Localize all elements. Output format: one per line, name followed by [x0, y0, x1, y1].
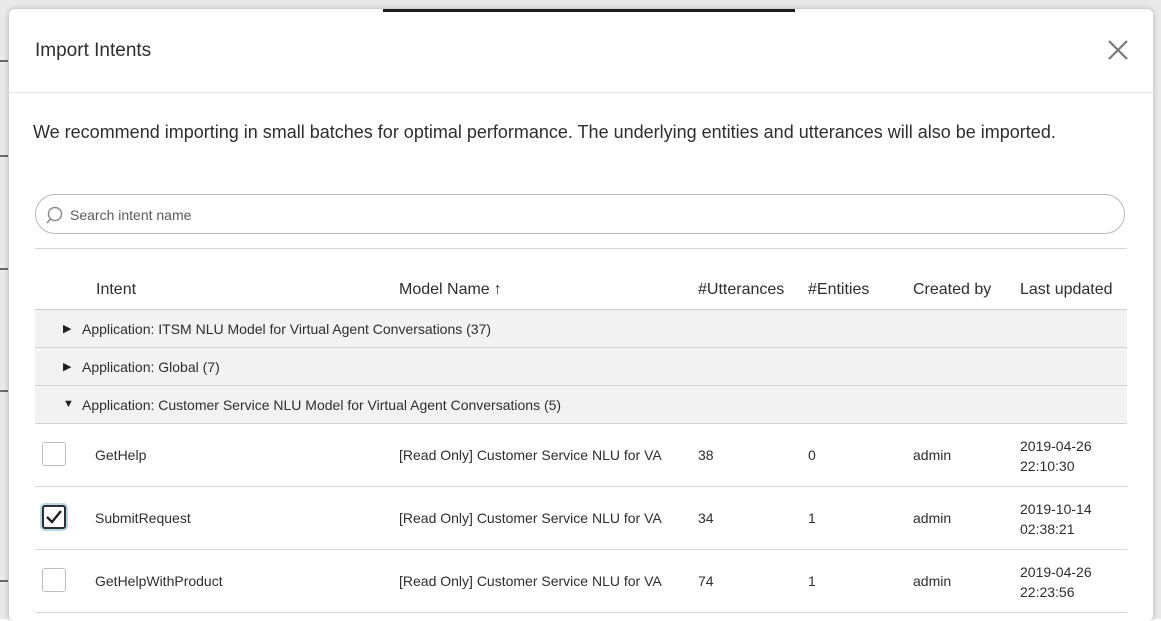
last-updated: 2019-04-26 22:10:30: [1020, 436, 1110, 476]
model-name: [Read Only] Customer Service NLU for VA: [399, 447, 662, 463]
intent-name: GetHelp: [95, 447, 147, 463]
table-row: GetHelp [Read Only] Customer Service NLU…: [35, 424, 1127, 487]
group-row-itsm[interactable]: ▶ Application: ITSM NLU Model for Virtua…: [35, 310, 1127, 348]
intent-name: SubmitRequest: [95, 510, 191, 526]
last-updated-date: 2019-10-14: [1020, 501, 1092, 517]
intent-name: GetHelpWithProduct: [95, 573, 223, 589]
model-name: [Read Only] Customer Service NLU for VA: [399, 510, 662, 526]
entity-count: 0: [808, 447, 816, 463]
model-name: [Read Only] Customer Service NLU for VA: [399, 573, 662, 589]
row-checkbox[interactable]: [42, 568, 66, 592]
table-row: SubmitRequest [Read Only] Customer Servi…: [35, 487, 1127, 550]
import-intents-dialog: Import Intents We recommend importing in…: [9, 9, 1153, 621]
intents-table: Intent Model Name ↑ #Utterances #Entities…: [35, 269, 1127, 613]
entity-count: 1: [808, 573, 816, 589]
close-icon: [1108, 40, 1128, 60]
group-row-global[interactable]: ▶ Application: Global (7): [35, 348, 1127, 386]
caret-down-icon: ▼: [63, 398, 74, 410]
last-updated: 2019-04-26 22:23:56: [1020, 562, 1110, 602]
last-updated-date: 2019-04-26: [1020, 438, 1092, 454]
column-last-updated[interactable]: Last updated: [1020, 281, 1113, 299]
backdrop-mark: [0, 60, 8, 62]
intro-text: We recommend importing in small batches …: [33, 122, 1056, 142]
search-box: [35, 194, 1125, 234]
group-label: Application: ITSM NLU Model for Virtual …: [82, 321, 492, 337]
backdrop-mark: [0, 155, 8, 157]
last-updated-time: 22:10:30: [1020, 458, 1075, 474]
column-model-name-label: Model Name: [399, 281, 490, 298]
utterance-count: 38: [698, 447, 714, 463]
group-row-customer-service[interactable]: ▼ Application: Customer Service NLU Mode…: [35, 386, 1127, 424]
table-row: GetHelpWithProduct [Read Only] Customer …: [35, 550, 1127, 613]
caret-right-icon: ▶: [63, 323, 72, 335]
entity-count: 1: [808, 510, 816, 526]
backdrop-mark: [0, 268, 8, 270]
table-header: Intent Model Name ↑ #Utterances #Entities…: [35, 269, 1127, 310]
dialog-header: Import Intents: [9, 9, 1153, 93]
column-entities[interactable]: #Entities: [808, 281, 869, 299]
row-checkbox[interactable]: [42, 505, 66, 529]
search-input[interactable]: [70, 203, 1110, 227]
column-intent[interactable]: Intent: [96, 281, 136, 299]
created-by: admin: [913, 447, 952, 463]
last-updated-time: 02:38:21: [1020, 521, 1075, 537]
column-model-name[interactable]: Model Name ↑: [399, 281, 502, 299]
dialog-title: Import Intents: [35, 40, 152, 61]
close-button[interactable]: [1103, 35, 1133, 65]
search-icon: [46, 206, 63, 224]
backdrop-mark: [0, 390, 8, 392]
column-created-by[interactable]: Created by: [913, 281, 991, 299]
caret-right-icon: ▶: [63, 361, 72, 373]
sort-ascending-icon: ↑: [493, 281, 502, 298]
group-label: Application: Customer Service NLU Model …: [82, 397, 562, 413]
checkmark-icon: [46, 510, 62, 524]
last-updated: 2019-10-14 02:38:21: [1020, 499, 1110, 539]
search-divider: [35, 248, 1127, 249]
created-by: admin: [913, 510, 952, 526]
column-utterances[interactable]: #Utterances: [698, 281, 784, 299]
row-checkbox[interactable]: [42, 442, 66, 466]
utterance-count: 34: [698, 510, 714, 526]
created-by: admin: [913, 573, 952, 589]
last-updated-time: 22:23:56: [1020, 584, 1075, 600]
group-label: Application: Global (7): [82, 359, 220, 375]
utterance-count: 74: [698, 573, 714, 589]
backdrop-mark: [0, 580, 8, 582]
last-updated-date: 2019-04-26: [1020, 564, 1092, 580]
